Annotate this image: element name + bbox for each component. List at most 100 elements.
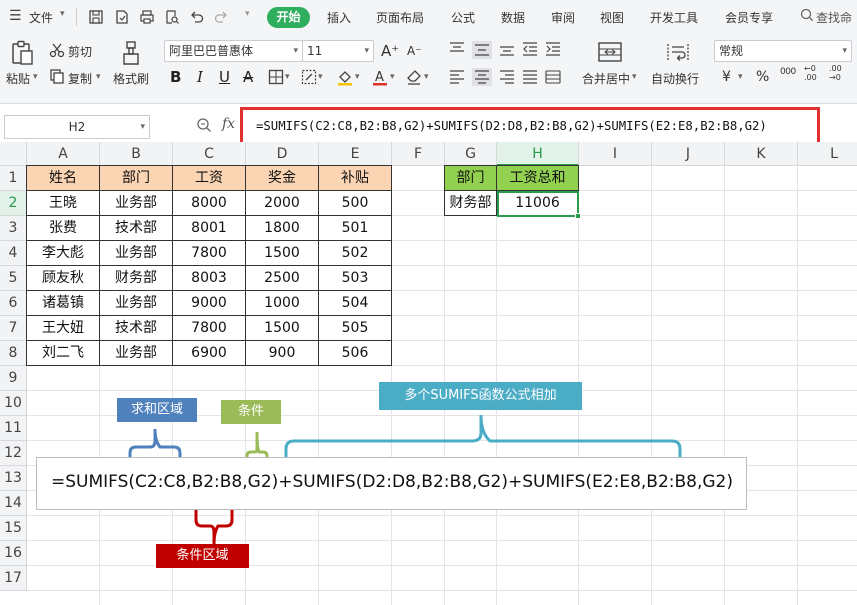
fill-color-icon[interactable] xyxy=(336,68,354,86)
percent-icon[interactable]: % xyxy=(756,69,769,85)
lookup-header-cell[interactable]: 工资总和 xyxy=(497,166,579,191)
table-cell[interactable]: 刘二飞 xyxy=(27,341,100,366)
tab-member[interactable]: 会员专享 xyxy=(725,9,773,26)
worksheet-grid[interactable]: A B C D E F G H I J K L 1 2 3 4 5 6 7 8 … xyxy=(0,142,857,605)
file-menu[interactable]: 文件 xyxy=(29,9,53,26)
border-icon[interactable] xyxy=(268,69,284,85)
tab-developer[interactable]: 开发工具 xyxy=(650,9,698,26)
strikethrough-icon[interactable]: A xyxy=(243,68,253,86)
table-cell[interactable]: 7800 xyxy=(173,316,246,341)
cut-button[interactable]: 剪切 xyxy=(68,43,92,60)
format-painter-icon[interactable] xyxy=(120,40,142,66)
table-cell[interactable]: 2500 xyxy=(246,266,319,291)
column-header-f[interactable]: F xyxy=(392,142,445,166)
align-bottom-icon[interactable] xyxy=(499,42,515,56)
fill-handle[interactable] xyxy=(575,213,581,219)
table-cell[interactable]: 业务部 xyxy=(100,341,173,366)
chevron-down-icon[interactable]: ▾ xyxy=(318,72,323,82)
row-header-15[interactable]: 15 xyxy=(0,516,27,541)
zoom-icon[interactable] xyxy=(196,117,212,136)
column-header-h[interactable]: H xyxy=(497,142,579,166)
print-preview-icon[interactable] xyxy=(164,9,180,25)
chevron-down-icon[interactable]: ▾ xyxy=(285,72,290,82)
export-pdf-icon[interactable] xyxy=(114,9,130,25)
format-painter-button[interactable]: 格式刷 xyxy=(113,70,149,87)
table-cell[interactable]: 李大彪 xyxy=(27,241,100,266)
cell-style-icon[interactable] xyxy=(301,69,317,85)
column-header-c[interactable]: C xyxy=(173,142,246,166)
table-cell[interactable]: 王晓 xyxy=(27,191,100,216)
number-format-select[interactable]: 常规 ▾ xyxy=(714,40,852,62)
distributed-align-icon[interactable] xyxy=(545,70,561,84)
table-cell[interactable]: 技术部 xyxy=(100,216,173,241)
row-header-13[interactable]: 13 xyxy=(0,466,27,491)
justify-icon[interactable] xyxy=(522,70,538,84)
increase-font-icon[interactable]: A⁺ xyxy=(381,42,399,60)
redo-icon[interactable] xyxy=(213,9,229,25)
table-cell[interactable]: 9000 xyxy=(173,291,246,316)
chevron-down-icon[interactable]: ▾ xyxy=(738,72,743,82)
table-cell[interactable]: 900 xyxy=(246,341,319,366)
search-icon[interactable] xyxy=(800,8,814,25)
table-cell[interactable]: 502 xyxy=(319,241,392,266)
chevron-down-icon[interactable]: ▾ xyxy=(632,72,637,82)
select-all-corner[interactable] xyxy=(0,142,27,166)
table-cell[interactable]: 2000 xyxy=(246,191,319,216)
italic-icon[interactable]: I xyxy=(197,68,203,86)
table-cell[interactable]: 诸葛镇 xyxy=(27,291,100,316)
table-cell[interactable]: 506 xyxy=(319,341,392,366)
table-cell[interactable]: 王大妞 xyxy=(27,316,100,341)
row-header-7[interactable]: 7 xyxy=(0,316,27,341)
table-cell[interactable]: 顾友秋 xyxy=(27,266,100,291)
fx-icon[interactable]: fx xyxy=(222,116,235,132)
chevron-down-icon[interactable]: ▾ xyxy=(390,72,395,82)
decrease-font-icon[interactable]: A⁻ xyxy=(407,44,422,58)
table-header-cell[interactable]: 工资 xyxy=(173,166,246,191)
table-header-cell[interactable]: 部门 xyxy=(100,166,173,191)
clear-format-icon[interactable] xyxy=(405,68,423,86)
table-cell[interactable]: 技术部 xyxy=(100,316,173,341)
column-header-e[interactable]: E xyxy=(319,142,392,166)
save-icon[interactable] xyxy=(88,9,104,25)
font-color-icon[interactable]: A xyxy=(371,68,389,86)
column-header-l[interactable]: L xyxy=(798,142,857,166)
name-box[interactable]: H2 ▾ xyxy=(4,115,150,139)
row-header-3[interactable]: 3 xyxy=(0,216,27,241)
align-right-icon[interactable] xyxy=(499,70,515,84)
row-header-2[interactable]: 2 xyxy=(0,191,27,216)
indent-increase-icon[interactable] xyxy=(545,42,561,56)
table-cell[interactable]: 503 xyxy=(319,266,392,291)
font-size-select[interactable]: 11 ▾ xyxy=(302,40,374,62)
row-header-10[interactable]: 10 xyxy=(0,391,27,416)
table-cell[interactable]: 财务部 xyxy=(100,266,173,291)
underline-icon[interactable]: U xyxy=(219,68,230,86)
tab-formulas[interactable]: 公式 xyxy=(451,9,475,26)
tab-insert[interactable]: 插入 xyxy=(327,9,351,26)
column-header-g[interactable]: G xyxy=(445,142,497,166)
align-middle-icon[interactable] xyxy=(472,41,492,59)
table-cell[interactable]: 业务部 xyxy=(100,241,173,266)
table-cell[interactable]: 张费 xyxy=(27,216,100,241)
chevron-down-icon[interactable]: ▾ xyxy=(33,72,38,82)
font-name-select[interactable]: 阿里巴巴普惠体 ▾ xyxy=(164,40,303,62)
column-header-d[interactable]: D xyxy=(246,142,319,166)
table-cell[interactable]: 500 xyxy=(319,191,392,216)
align-center-icon[interactable] xyxy=(472,68,492,86)
table-cell[interactable]: 1800 xyxy=(246,216,319,241)
chevron-down-icon[interactable]: ▾ xyxy=(245,9,250,19)
align-top-icon[interactable] xyxy=(449,42,465,56)
column-header-k[interactable]: K xyxy=(725,142,798,166)
row-header-12[interactable]: 12 xyxy=(0,441,27,466)
table-cell[interactable]: 8003 xyxy=(173,266,246,291)
row-header-14[interactable]: 14 xyxy=(0,491,27,516)
currency-icon[interactable]: ¥ xyxy=(722,69,731,85)
tab-view[interactable]: 视图 xyxy=(600,9,624,26)
paste-button[interactable]: 粘贴 xyxy=(6,70,30,87)
table-cell[interactable]: 业务部 xyxy=(100,191,173,216)
table-header-cell[interactable]: 姓名 xyxy=(27,166,100,191)
chevron-down-icon[interactable]: ▾ xyxy=(355,72,360,82)
formula-input[interactable]: =SUMIFS(C2:C8,B2:B8,G2)+SUMIFS(D2:D8,B2:… xyxy=(240,107,820,145)
column-header-b[interactable]: B xyxy=(100,142,173,166)
lookup-criteria-cell[interactable]: 财务部 xyxy=(445,191,497,216)
table-cell[interactable]: 8001 xyxy=(173,216,246,241)
